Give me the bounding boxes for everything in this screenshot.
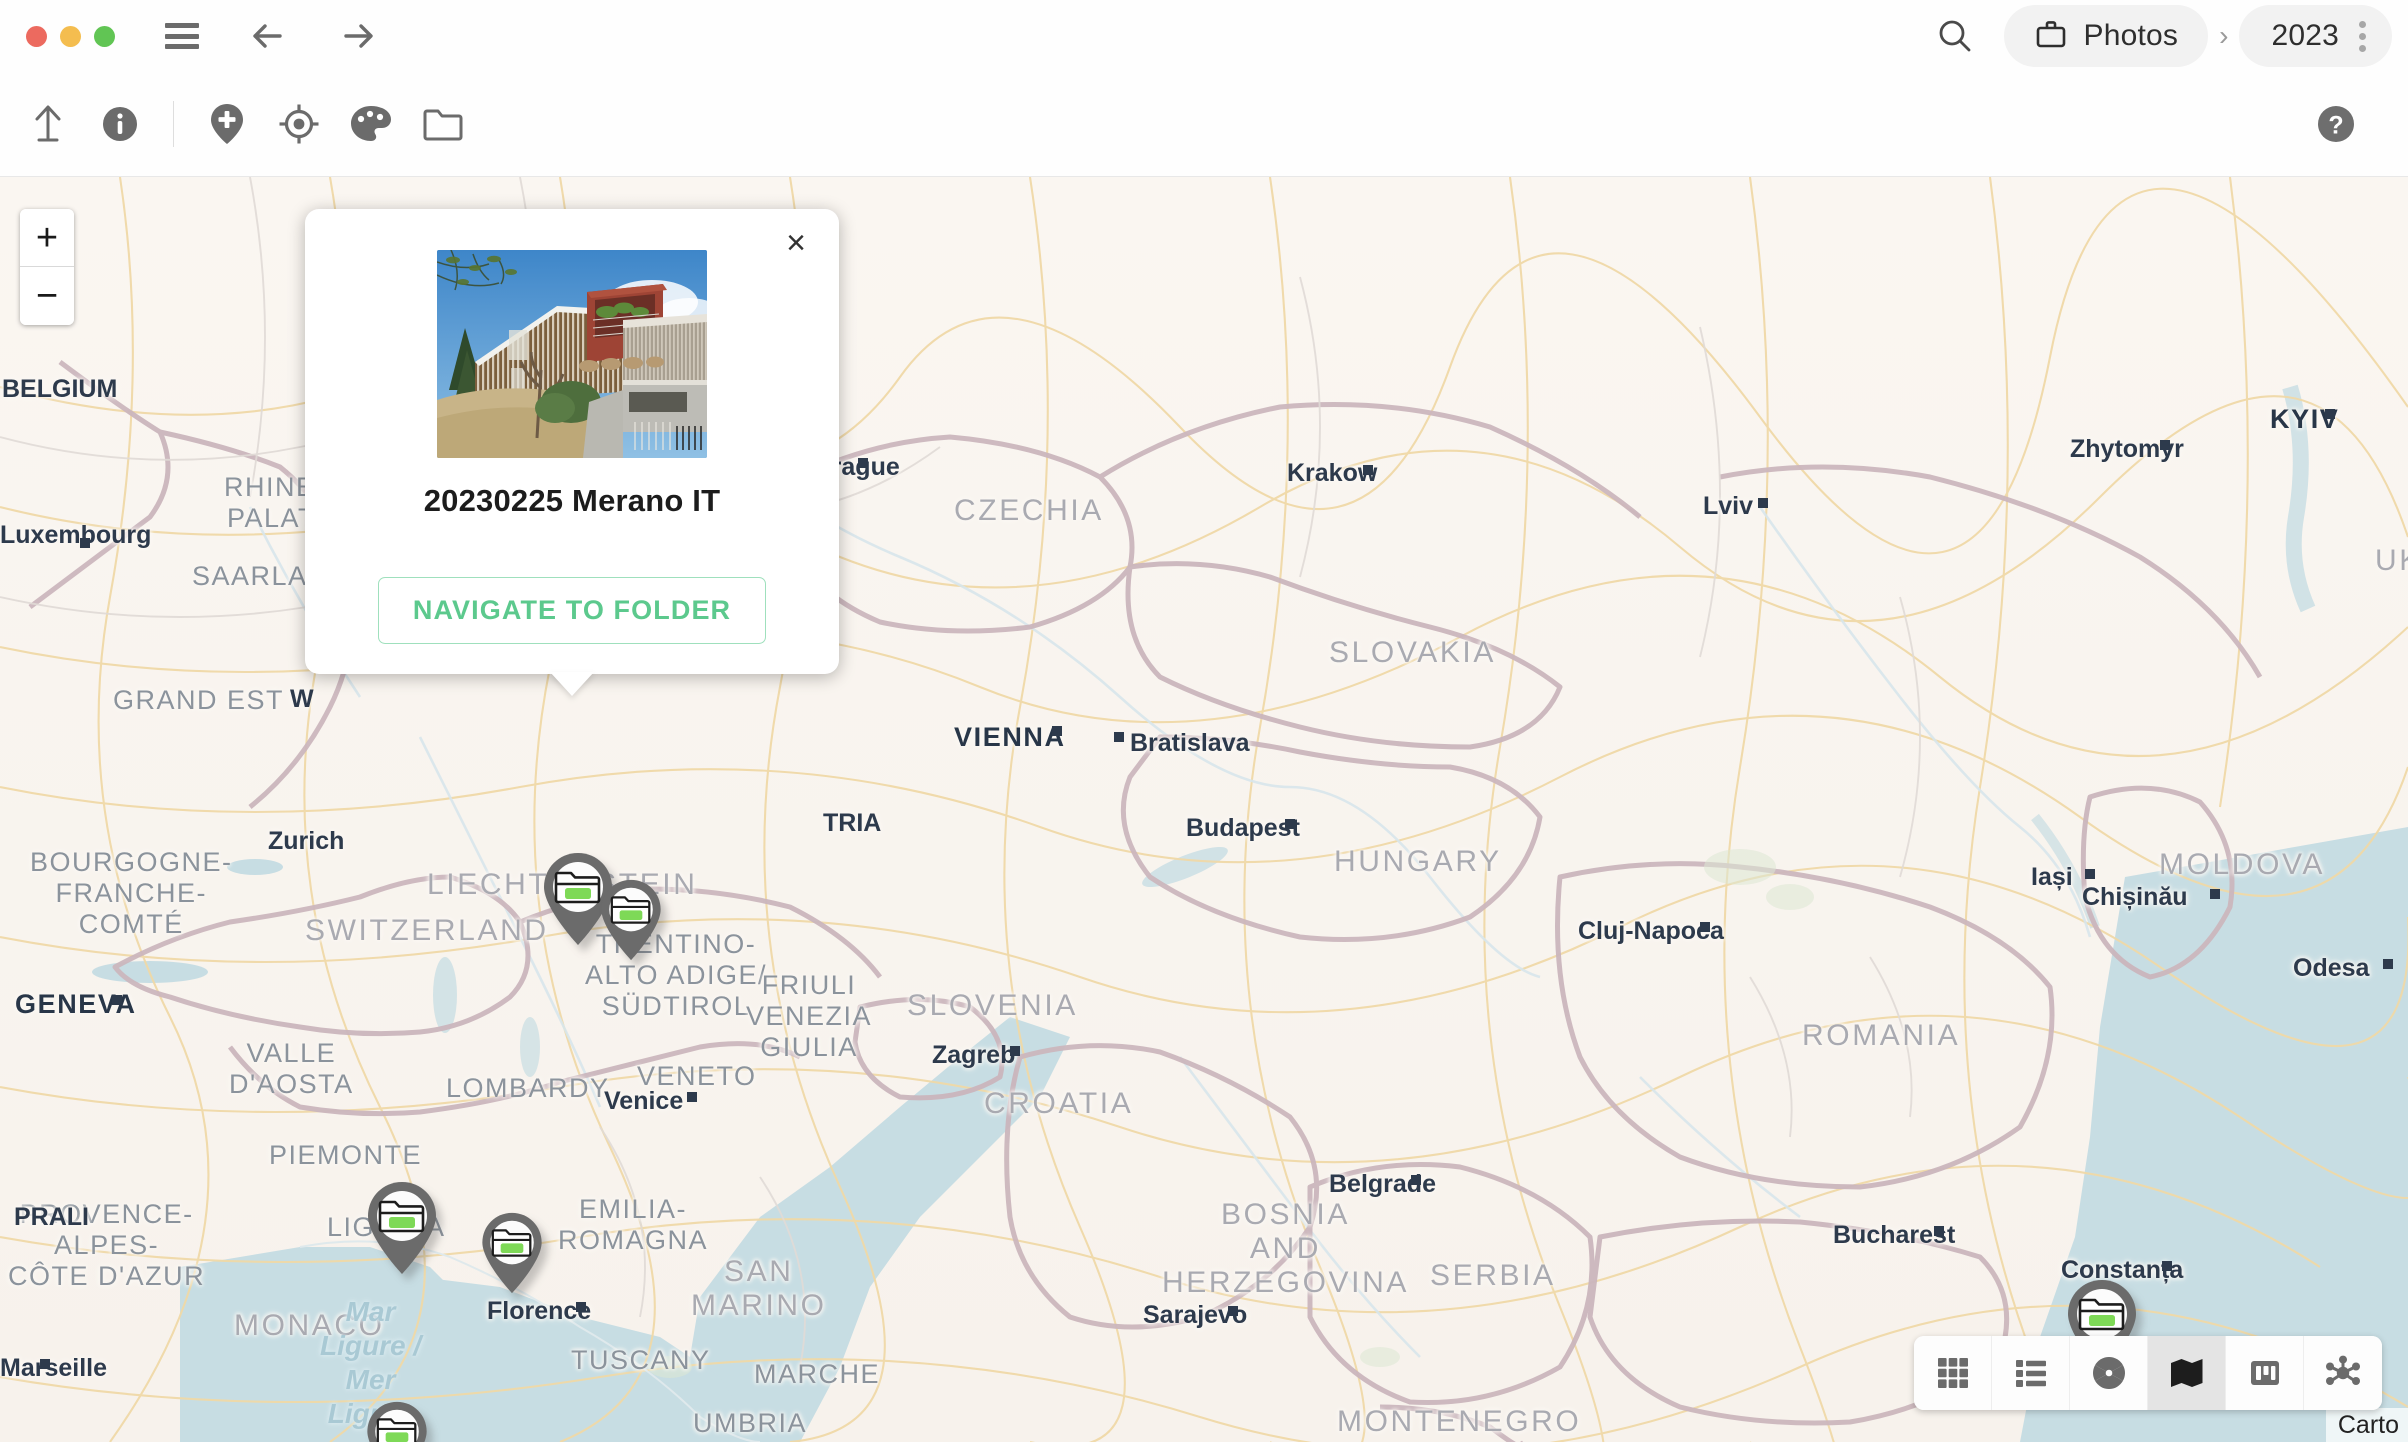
add-marker-icon[interactable]: [191, 88, 263, 160]
breadcrumb-root[interactable]: Photos: [2003, 5, 2209, 67]
arrow-right-icon[interactable]: [337, 15, 379, 57]
photo-popup: × 20230225 Merano IT NAVIGATE TO FOLDER: [305, 209, 839, 674]
close-icon[interactable]: ×: [779, 226, 813, 260]
hamburger-icon[interactable]: [165, 23, 199, 49]
zoom-out-button[interactable]: −: [20, 267, 74, 325]
city-dot: [40, 1359, 50, 1369]
city-dot: [1228, 1306, 1238, 1316]
city-dot: [576, 1302, 586, 1312]
info-icon[interactable]: [84, 88, 156, 160]
city-dot: [1010, 1046, 1020, 1056]
arrow-left-icon[interactable]: [247, 15, 289, 57]
upload-icon[interactable]: [12, 88, 84, 160]
help-circle-icon[interactable]: ?: [2300, 88, 2372, 160]
breadcrumb-current[interactable]: 2023: [2239, 5, 2392, 67]
city-dot: [80, 538, 90, 548]
breadcrumb-root-label: Photos: [2083, 19, 2179, 52]
map-folder-marker[interactable]: [363, 1399, 431, 1442]
svg-text:?: ?: [2328, 112, 2343, 140]
briefcase-icon: [2034, 17, 2068, 56]
title-bar: Photos › 2023: [0, 0, 2408, 72]
city-dot: [2210, 889, 2220, 899]
zoom-control[interactable]: + −: [20, 209, 74, 325]
breadcrumb: Photos › 2023: [2003, 5, 2392, 67]
window-controls: [26, 25, 115, 47]
city-dot: [687, 1092, 697, 1102]
locate-icon[interactable]: [263, 88, 335, 160]
titlebar-right-group: Photos › 2023: [1928, 5, 2408, 67]
city-dot: [1758, 498, 1768, 508]
city-dot: [1052, 726, 1062, 736]
zoom-in-button[interactable]: +: [20, 209, 74, 267]
city-dot: [1411, 1175, 1421, 1185]
toolbar-divider: [173, 101, 174, 147]
map-folder-marker[interactable]: [363, 1179, 441, 1277]
breadcrumb-current-label: 2023: [2271, 19, 2339, 52]
map-view-icon[interactable]: [2148, 1336, 2226, 1410]
photo-thumbnail[interactable]: [437, 250, 707, 458]
breadcrumb-separator: ›: [2219, 20, 2229, 51]
window-close-button[interactable]: [26, 25, 47, 47]
map-toolbar: ?: [0, 72, 2408, 177]
city-dot: [1285, 819, 1295, 829]
view-switcher: [1914, 1336, 2382, 1410]
kanban-view-icon[interactable]: [2226, 1336, 2304, 1410]
city-dot: [2160, 440, 2170, 450]
city-dot: [858, 458, 868, 468]
window-minimize-button[interactable]: [60, 25, 81, 47]
map-folder-marker[interactable]: [597, 877, 665, 963]
navigate-to-folder-button[interactable]: NAVIGATE TO FOLDER: [377, 577, 767, 644]
aperture-view-icon[interactable]: [2070, 1336, 2148, 1410]
grid-view-icon[interactable]: [1914, 1336, 1992, 1410]
window-maximize-button[interactable]: [94, 25, 115, 47]
map-canvas[interactable]: + − CZECHIA SLOVAKIA HUNGARY SLOVENIA CROATI…: [0, 177, 2408, 1442]
city-dot: [2085, 869, 2095, 879]
search-icon[interactable]: [1928, 9, 1982, 63]
city-dot: [1114, 732, 1124, 742]
city-dot: [112, 995, 122, 1005]
folder-icon[interactable]: [407, 88, 479, 160]
city-dot: [2325, 409, 2335, 419]
city-dot: [1934, 1226, 1944, 1236]
city-dot: [1363, 465, 1373, 475]
graph-view-icon[interactable]: [2304, 1336, 2382, 1410]
map-folder-marker[interactable]: [478, 1210, 546, 1296]
city-dot: [2162, 1261, 2172, 1271]
list-view-icon[interactable]: [1992, 1336, 2070, 1410]
map-attribution[interactable]: Carto: [2325, 1408, 2408, 1442]
palette-icon[interactable]: [335, 88, 407, 160]
city-dot: [1700, 922, 1710, 932]
photo-title: 20230225 Merano IT: [423, 483, 721, 518]
city-dot: [2383, 959, 2393, 969]
kebab-menu-icon[interactable]: [2359, 20, 2366, 52]
popup-actions: NAVIGATE TO FOLDER: [305, 577, 839, 644]
